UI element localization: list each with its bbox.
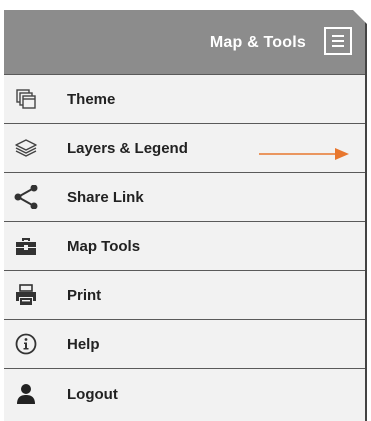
- hamburger-menu-icon[interactable]: [324, 27, 352, 55]
- menu-item-label: Logout: [67, 385, 118, 403]
- share-icon: [14, 185, 38, 209]
- user-icon: [14, 382, 38, 406]
- theme-icon: [14, 87, 38, 111]
- panel-header: Map & Tools: [4, 10, 367, 74]
- menu-item-print[interactable]: Print: [4, 270, 365, 319]
- info-icon: [14, 332, 38, 356]
- menu-item-map-tools[interactable]: Map Tools: [4, 221, 365, 270]
- menu-item-label: Share Link: [67, 188, 144, 206]
- layers-icon: [14, 136, 38, 160]
- menu-item-share-link[interactable]: Share Link: [4, 172, 365, 221]
- menu-item-label: Help: [67, 335, 100, 353]
- menu-item-label: Theme: [67, 90, 116, 108]
- header-corner: [353, 10, 367, 24]
- menu-item-label: Print: [67, 286, 102, 304]
- menu-item-label: Map Tools: [67, 237, 141, 255]
- toolbox-icon: [14, 234, 38, 258]
- annotation-arrow-icon: [259, 148, 349, 160]
- menu-item-layers-legend[interactable]: Layers & Legend: [4, 123, 365, 172]
- panel-title: Map & Tools: [209, 34, 306, 51]
- menu-item-logout[interactable]: Logout: [4, 368, 365, 419]
- printer-icon: [14, 283, 38, 307]
- menu-item-label: Layers & Legend: [67, 139, 188, 157]
- menu-item-help[interactable]: Help: [4, 319, 365, 368]
- menu-item-theme[interactable]: Theme: [4, 74, 365, 123]
- map-tools-panel: Map & Tools Theme Layers & Legend Share …: [4, 10, 367, 421]
